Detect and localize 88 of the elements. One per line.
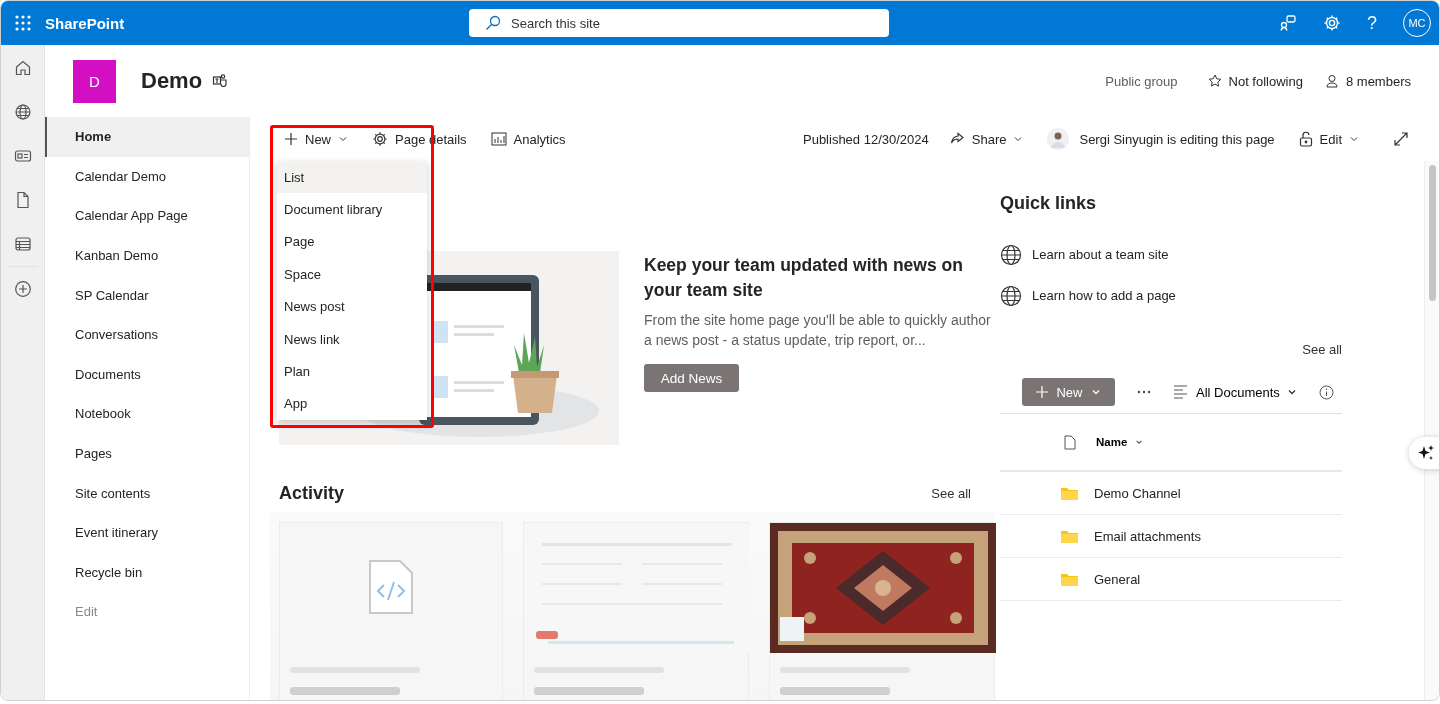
editing-status: Sergi Sinyugin is editing this page bbox=[1079, 131, 1275, 147]
news-description: From the site home page you'll be able to quickly author a news post - a status update, trip report, or... bbox=[644, 311, 992, 350]
folder-icon bbox=[1061, 572, 1078, 586]
sparkle-icon bbox=[1417, 444, 1435, 462]
chevron-down-icon bbox=[1286, 387, 1297, 397]
nav-link[interactable]: Conversations bbox=[45, 314, 249, 355]
members-button[interactable]: 8 members bbox=[1324, 73, 1411, 89]
follow-button[interactable]: Not following bbox=[1207, 73, 1303, 89]
lock-icon bbox=[1298, 131, 1313, 147]
scrollbar-thumb[interactable] bbox=[1428, 165, 1436, 301]
site-logo[interactable]: D bbox=[73, 59, 116, 103]
menu-item[interactable]: Plan bbox=[277, 355, 427, 388]
chevron-down-icon bbox=[1013, 134, 1024, 144]
nav-link[interactable]: Home bbox=[45, 117, 249, 157]
analytics-button[interactable]: Analytics bbox=[490, 131, 566, 147]
activity-card[interactable] bbox=[769, 522, 995, 700]
menu-item[interactable]: Space bbox=[277, 258, 427, 291]
menu-item[interactable]: Document library bbox=[277, 193, 427, 226]
plus-icon bbox=[1036, 386, 1049, 398]
news-heading: Keep your team updated with news on your team site bbox=[644, 254, 964, 302]
nav-link[interactable]: SP Calendar bbox=[45, 275, 249, 315]
lines-icon bbox=[1173, 385, 1189, 399]
add-news-button[interactable]: Add News bbox=[644, 364, 739, 392]
quick-link[interactable]: Learn about a team site bbox=[1000, 234, 1342, 275]
see-all-link[interactable]: See all bbox=[931, 486, 971, 501]
globe-icon[interactable] bbox=[13, 103, 32, 121]
more-options-icon[interactable] bbox=[1137, 390, 1151, 394]
site-title[interactable]: Demo bbox=[141, 68, 203, 94]
help-icon[interactable]: ? bbox=[1367, 12, 1377, 34]
add-icon[interactable] bbox=[13, 280, 32, 298]
settings-icon[interactable] bbox=[1323, 14, 1341, 32]
new-document-button[interactable]: New bbox=[1022, 378, 1115, 406]
menu-item[interactable]: News link bbox=[277, 322, 427, 356]
teams-icon[interactable] bbox=[212, 73, 229, 89]
chevron-down-icon bbox=[1349, 134, 1359, 144]
folder-link[interactable]: Demo Channel bbox=[1094, 485, 1181, 501]
code-file-icon bbox=[368, 559, 414, 615]
bar-chart-icon bbox=[490, 132, 507, 146]
folder-icon bbox=[1061, 529, 1078, 543]
chevron-down-icon bbox=[338, 134, 348, 144]
home-icon[interactable] bbox=[13, 59, 32, 77]
app-launcher-icon[interactable] bbox=[15, 15, 31, 31]
chevron-down-icon bbox=[1090, 387, 1101, 397]
menu-item[interactable]: List bbox=[277, 161, 427, 194]
globe-icon bbox=[1000, 284, 1022, 307]
quick-link[interactable]: Learn how to add a page bbox=[1000, 275, 1342, 316]
globe-icon bbox=[1000, 243, 1022, 266]
search-icon bbox=[485, 15, 501, 31]
new-button[interactable]: New bbox=[284, 131, 348, 147]
app-name[interactable]: SharePoint bbox=[45, 14, 469, 32]
nav-link[interactable]: Documents bbox=[45, 354, 249, 395]
name-column-header[interactable]: Name bbox=[1096, 436, 1144, 448]
published-date: Published 12/30/2024 bbox=[803, 131, 929, 147]
star-icon bbox=[1207, 74, 1222, 88]
news-icon[interactable] bbox=[13, 147, 32, 165]
see-all-link[interactable]: See all bbox=[1302, 342, 1342, 357]
menu-item[interactable]: News post bbox=[277, 290, 427, 323]
plus-icon bbox=[284, 132, 298, 146]
share-button[interactable]: Share bbox=[948, 131, 1024, 147]
nav-link[interactable]: Pages bbox=[45, 433, 249, 474]
folder-link[interactable]: General bbox=[1094, 571, 1141, 587]
search-field[interactable]: Search this site bbox=[469, 9, 889, 37]
nav-link[interactable]: Kanban Demo bbox=[45, 235, 249, 276]
activity-heading: Activity bbox=[279, 483, 345, 504]
info-icon[interactable] bbox=[1318, 384, 1334, 400]
edit-nav-link[interactable]: Edit bbox=[45, 592, 249, 632]
nav-link[interactable]: Recycle bin bbox=[45, 552, 249, 593]
menu-item[interactable]: App bbox=[277, 387, 427, 421]
person-icon bbox=[1324, 74, 1339, 88]
nav-link[interactable]: Event itinerary bbox=[45, 512, 249, 553]
menu-item[interactable]: Page bbox=[277, 225, 427, 259]
folder-link[interactable]: Email attachments bbox=[1094, 528, 1201, 544]
user-avatar-icon bbox=[1047, 128, 1070, 150]
chat-icon[interactable] bbox=[1279, 14, 1297, 32]
quick-links-heading: Quick links bbox=[1000, 193, 1098, 214]
file-type-icon bbox=[1064, 434, 1076, 450]
chevron-down-icon bbox=[1135, 438, 1144, 446]
nav-link[interactable]: Site contents bbox=[45, 473, 249, 513]
gear-icon bbox=[372, 131, 388, 147]
edit-button[interactable]: Edit bbox=[1298, 131, 1359, 147]
nav-link[interactable]: Calendar App Page bbox=[45, 196, 249, 236]
nav-link[interactable]: Notebook bbox=[45, 394, 249, 434]
list-icon[interactable] bbox=[13, 235, 32, 253]
view-selector[interactable]: All Documents bbox=[1173, 384, 1297, 400]
folder-icon bbox=[1061, 486, 1078, 500]
nav-link[interactable]: Calendar Demo bbox=[45, 156, 249, 197]
privacy-label: Public group bbox=[1105, 73, 1178, 89]
expand-icon[interactable] bbox=[1393, 131, 1409, 147]
